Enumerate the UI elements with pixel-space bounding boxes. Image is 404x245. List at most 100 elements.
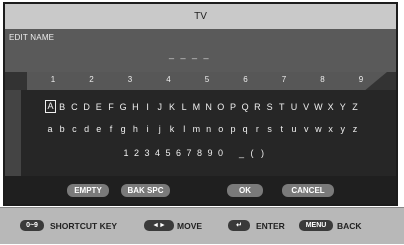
keyboard-key[interactable]: ( (247, 146, 257, 160)
keyboard-key[interactable]: B (57, 100, 67, 114)
keyboard-key[interactable]: g (118, 122, 128, 136)
dialog-title: TV (5, 4, 396, 29)
number-key[interactable]: 2 (82, 75, 102, 84)
keyboard-key[interactable]: W (313, 100, 323, 114)
number-key[interactable]: 6 (236, 75, 256, 84)
menu-key-icon: MENU (299, 220, 333, 231)
digits-row: 1234567890 _() (21, 146, 396, 160)
keyboard-key[interactable]: k (167, 122, 177, 136)
keyboard-key[interactable]: Z (350, 100, 360, 114)
keyboard-key[interactable]: L (179, 100, 189, 114)
keyboard-key[interactable]: Y (338, 100, 348, 114)
lowercase-row: abcdefghijklmnopqrstuvwxyz (21, 122, 396, 136)
keyboard-key[interactable]: 4 (153, 146, 163, 160)
keyboard-key[interactable]: a (45, 122, 55, 136)
cancel-button[interactable]: CANCEL (282, 184, 334, 197)
keyboard-key[interactable]: N (204, 100, 214, 114)
keyboard-key[interactable]: O (216, 100, 226, 114)
uppercase-row: ABCDEFGHIJKLMNOPQRSTUVWXYZ (21, 100, 396, 114)
keyboard-key[interactable]: w (313, 122, 323, 136)
keyboard-key[interactable]: Q (240, 100, 250, 114)
keyboard-key[interactable]: C (69, 100, 79, 114)
keyboard-key[interactable]: r (252, 122, 262, 136)
keyboard-key[interactable]: S (265, 100, 275, 114)
keyboard-key[interactable]: M (191, 100, 201, 114)
move-label: MOVE (177, 221, 203, 231)
keyboard-key[interactable]: l (179, 122, 189, 136)
keyboard-key[interactable]: f (106, 122, 116, 136)
keyboard-key[interactable]: o (216, 122, 226, 136)
number-keys-icon: 0~9 (20, 220, 44, 231)
keyboard-key[interactable]: ) (258, 146, 268, 160)
number-key[interactable]: 9 (351, 75, 371, 84)
keyboard-key[interactable]: V (301, 100, 311, 114)
action-bar: EMPTY BAK SPC OK CANCEL (5, 176, 396, 204)
edit-name-dialog: TV EDIT NAME _ _ _ _ 123456789 ABCDEFGHI… (3, 2, 398, 206)
keyboard-key[interactable]: c (69, 122, 79, 136)
keyboard-key[interactable]: K (167, 100, 177, 114)
shortcut-key-label: SHORTCUT KEY (50, 221, 118, 231)
keyboard-key[interactable]: 6 (174, 146, 184, 160)
keyboard-key[interactable]: y (338, 122, 348, 136)
keyboard-key[interactable]: _ (237, 146, 247, 160)
keyboard-key[interactable]: q (240, 122, 250, 136)
keyboard-key[interactable]: F (106, 100, 116, 114)
keyboard-key[interactable]: j (155, 122, 165, 136)
keyboard-key[interactable]: 8 (195, 146, 205, 160)
number-tab: 1 2 3 4 5 6 7 8 9 (27, 72, 387, 90)
keyboard: ABCDEFGHIJKLMNOPQRSTUVWXYZ abcdefghijklm… (21, 90, 396, 176)
keyboard-key[interactable]: n (204, 122, 214, 136)
keyboard-key[interactable]: p (228, 122, 238, 136)
keyboard-key[interactable]: 7 (184, 146, 194, 160)
keyboard-key[interactable]: v (301, 122, 311, 136)
empty-button[interactable]: EMPTY (67, 184, 109, 197)
keyboard-key[interactable]: x (326, 122, 336, 136)
backspace-button[interactable]: BAK SPC (121, 184, 170, 197)
name-field[interactable]: EDIT NAME _ _ _ _ (5, 29, 396, 73)
keyboard-key[interactable]: D (82, 100, 92, 114)
keyboard-key[interactable]: s (265, 122, 275, 136)
keyboard-key[interactable]: 9 (205, 146, 215, 160)
number-key[interactable]: 5 (197, 75, 217, 84)
keyboard-key[interactable]: h (130, 122, 140, 136)
keyboard-key[interactable]: 5 (163, 146, 173, 160)
keyboard-key[interactable]: i (143, 122, 153, 136)
left-rail (5, 90, 21, 176)
keyboard-key[interactable]: R (252, 100, 262, 114)
help-footer: 0~9 SHORTCUT KEY ◄► MOVE ↵ ENTER MENU BA… (0, 207, 404, 244)
back-label: BACK (337, 221, 362, 231)
keyboard-key[interactable]: A (45, 100, 56, 113)
keyboard-key[interactable]: 2 (132, 146, 142, 160)
number-key[interactable]: 1 (43, 75, 63, 84)
keyboard-key[interactable]: U (289, 100, 299, 114)
keyboard-key[interactable]: z (350, 122, 360, 136)
keyboard-key[interactable]: H (130, 100, 140, 114)
edit-name-label: EDIT NAME (9, 33, 55, 42)
keyboard-key[interactable]: J (155, 100, 165, 114)
keyboard-key[interactable]: b (57, 122, 67, 136)
keyboard-key[interactable]: I (143, 100, 153, 114)
keyboard-key[interactable]: 1 (121, 146, 131, 160)
keyboard-key[interactable]: E (94, 100, 104, 114)
keyboard-key[interactable]: 0 (216, 146, 226, 160)
keyboard-key[interactable]: u (289, 122, 299, 136)
name-value: _ _ _ _ (169, 49, 211, 59)
enter-label: ENTER (256, 221, 285, 231)
keyboard-key[interactable]: t (277, 122, 287, 136)
title-text: TV (194, 11, 207, 22)
keyboard-key[interactable]: 3 (142, 146, 152, 160)
keyboard-key[interactable]: X (326, 100, 336, 114)
ok-button[interactable]: OK (227, 184, 263, 197)
number-row: 1 2 3 4 5 6 7 8 9 (5, 72, 396, 90)
number-key[interactable]: 7 (274, 75, 294, 84)
enter-icon: ↵ (228, 220, 250, 231)
keyboard-key[interactable]: d (82, 122, 92, 136)
keyboard-key[interactable]: e (94, 122, 104, 136)
number-key[interactable]: 8 (313, 75, 333, 84)
number-key[interactable]: 4 (159, 75, 179, 84)
keyboard-key[interactable]: G (118, 100, 128, 114)
keyboard-key[interactable]: m (191, 122, 201, 136)
keyboard-key[interactable]: T (277, 100, 287, 114)
keyboard-key[interactable]: P (228, 100, 238, 114)
number-key[interactable]: 3 (120, 75, 140, 84)
